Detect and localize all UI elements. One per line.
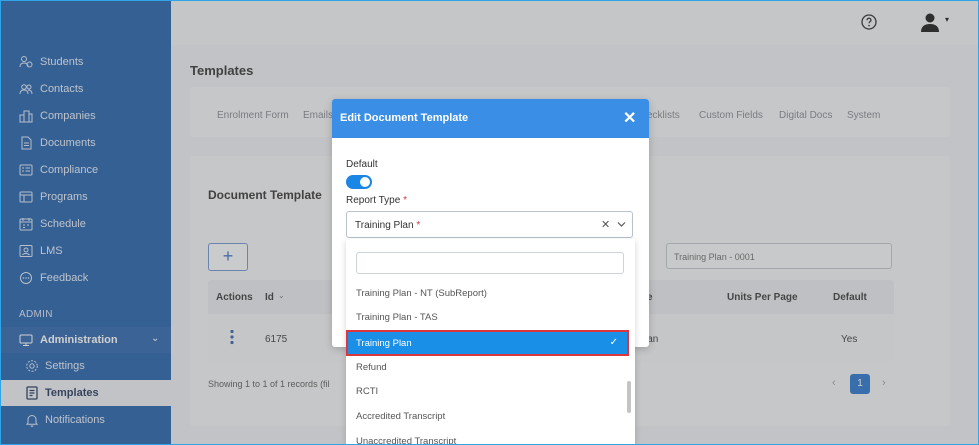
clear-selection-icon[interactable]: ✕ xyxy=(601,218,610,231)
modal-header: Edit Document Template ✕ xyxy=(332,99,649,138)
app-window: Students Contacts Companies Documents Co… xyxy=(0,0,979,445)
dropdown-scrollbar[interactable] xyxy=(627,381,631,413)
modal-title: Edit Document Template xyxy=(340,112,469,124)
option-label: Accredited Transcript xyxy=(356,411,446,422)
required-mark: * xyxy=(416,220,421,231)
option-unaccredited-transcript[interactable]: Unaccredited Transcript xyxy=(346,430,635,445)
option-training-plan-tas[interactable]: Training Plan - TAS xyxy=(346,306,635,330)
select-value: Training Plan * xyxy=(355,220,421,231)
required-mark: * xyxy=(403,195,407,206)
report-type-dropdown: Training Plan - NT (SubReport) Training … xyxy=(346,239,635,445)
chevron-down-icon[interactable] xyxy=(617,221,626,228)
close-icon[interactable]: ✕ xyxy=(623,108,636,128)
option-label: Training Plan xyxy=(356,338,412,349)
option-label: RCTI xyxy=(356,386,379,397)
toggle-knob xyxy=(360,177,370,187)
default-toggle[interactable] xyxy=(346,175,372,189)
option-training-plan[interactable]: Training Plan ✓ xyxy=(346,330,629,356)
report-type-select[interactable]: Training Plan * ✕ xyxy=(346,211,633,238)
report-type-label: Report Type * xyxy=(346,195,407,206)
default-label: Default xyxy=(346,159,378,170)
check-icon: ✓ xyxy=(609,337,618,348)
dropdown-search-input[interactable] xyxy=(356,252,624,274)
option-accredited-transcript[interactable]: Accredited Transcript xyxy=(346,405,635,429)
option-label: Unaccredited Transcript xyxy=(356,436,457,445)
option-label: Refund xyxy=(356,362,387,373)
option-label: Training Plan - TAS xyxy=(356,312,438,323)
option-rcti[interactable]: RCTI xyxy=(346,380,635,404)
option-label: Training Plan - NT (SubReport) xyxy=(356,288,487,299)
option-refund[interactable]: Refund xyxy=(346,356,635,380)
option-training-plan-nt-subreport[interactable]: Training Plan - NT (SubReport) xyxy=(346,282,635,306)
